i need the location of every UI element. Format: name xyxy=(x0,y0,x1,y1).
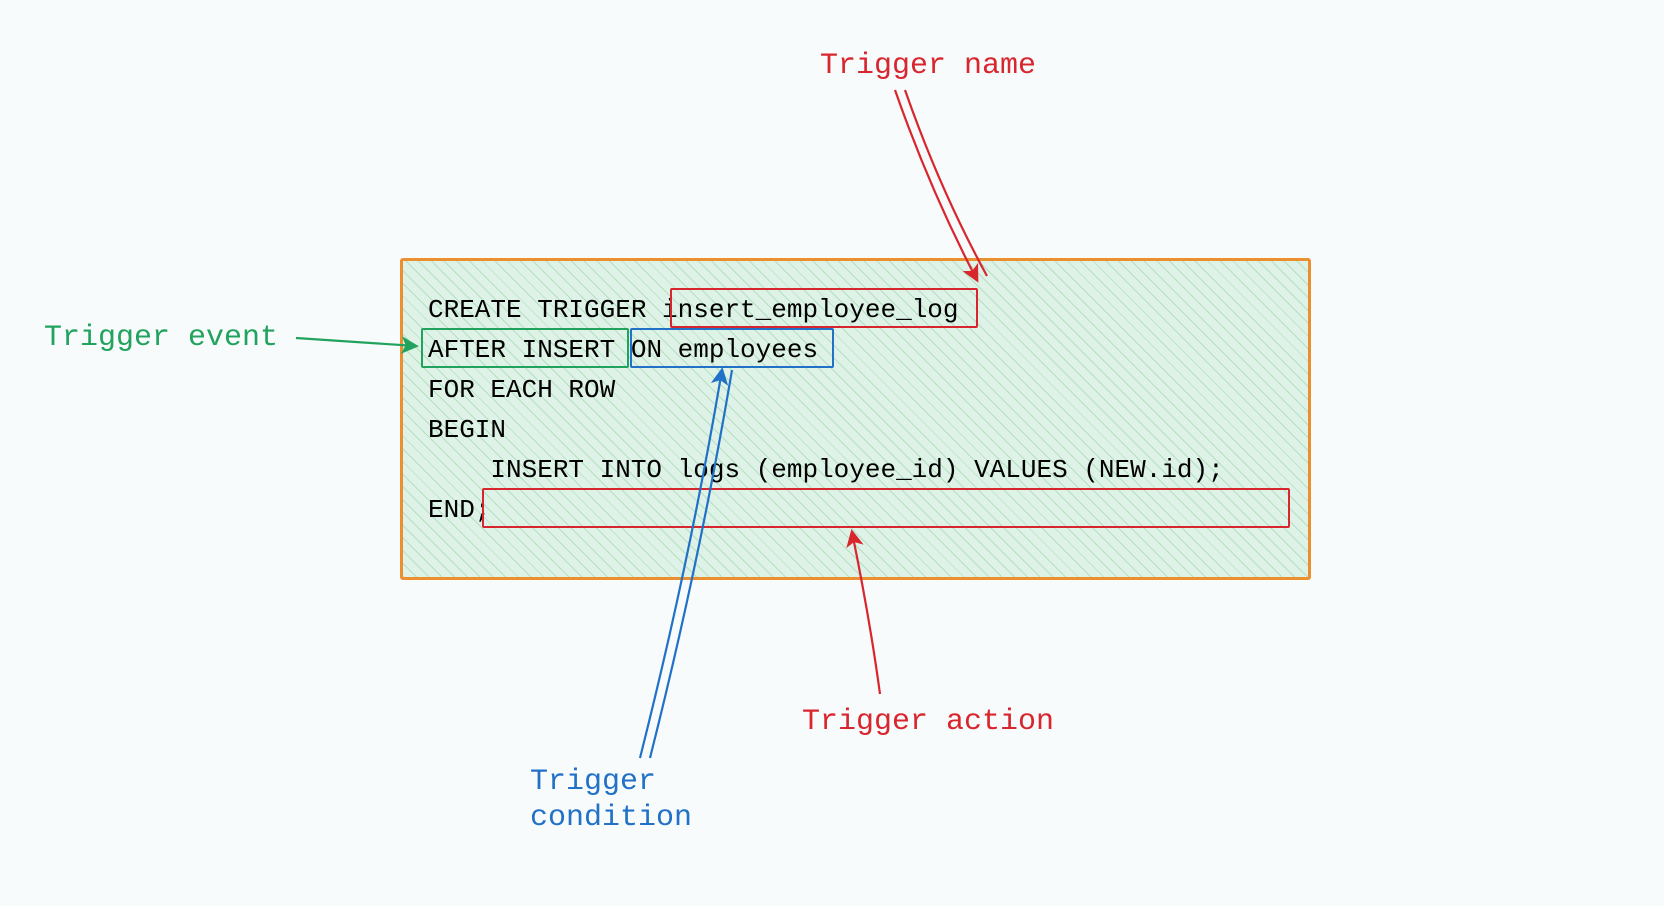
label-trigger-action: Trigger action xyxy=(802,704,1054,740)
highlight-trigger-event xyxy=(421,328,629,368)
arrow-trigger-name-dup xyxy=(905,90,987,276)
code-create-trigger: CREATE TRIGGER xyxy=(428,295,662,325)
label-trigger-condition: Triggercondition xyxy=(530,764,692,836)
code-begin: BEGIN xyxy=(428,415,506,445)
arrow-trigger-name xyxy=(895,90,977,280)
code-trigger-action: INSERT INTO logs (employee_id) VALUES (N… xyxy=(428,455,1224,485)
label-trigger-event: Trigger event xyxy=(44,320,278,356)
label-trigger-name: Trigger name xyxy=(820,48,1036,84)
highlight-trigger-name xyxy=(670,288,978,328)
highlight-trigger-condition xyxy=(630,328,834,368)
highlight-trigger-action xyxy=(482,488,1290,528)
code-for-each-row: FOR EACH ROW xyxy=(428,375,615,405)
arrow-trigger-event xyxy=(296,338,416,346)
diagram-stage: Trigger name Trigger event Trigger actio… xyxy=(0,0,1664,906)
